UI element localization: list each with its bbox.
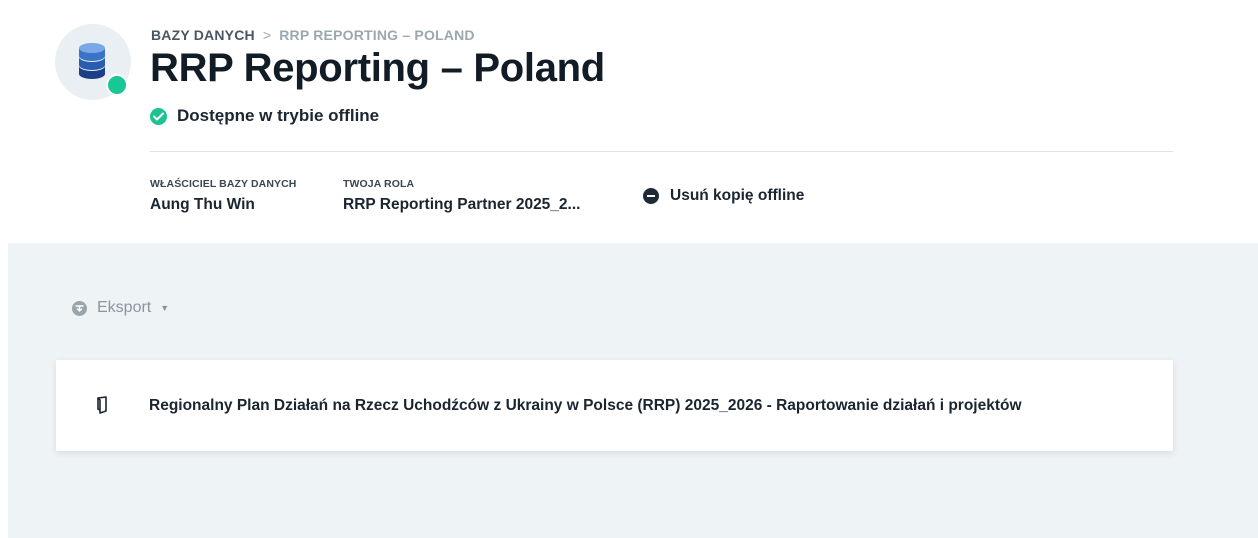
remove-offline-copy-button[interactable]: Usuń kopię offline (643, 187, 804, 205)
check-circle-icon (150, 107, 167, 125)
remove-offline-copy-label: Usuń kopię offline (670, 187, 805, 204)
offline-status: Dostępne w trybie offline (150, 106, 379, 126)
owner-label: WŁAŚCICIEL BAZY DANYCH (150, 178, 297, 190)
database-owner: WŁAŚCICIEL BAZY DANYCH Aung Thu Win (150, 178, 296, 214)
page-title: RRP Reporting – Poland (150, 46, 605, 90)
export-button[interactable]: Eksport ▼ (72, 299, 169, 317)
page: BAZY DANYCH > RRP REPORTING – POLAND RRP R… (0, 0, 1258, 538)
database-avatar (55, 24, 131, 100)
offline-available-dot (106, 74, 128, 96)
export-icon (72, 300, 87, 316)
role-label: TWOJA ROLA (343, 178, 415, 190)
breadcrumb-current: RRP REPORTING – POLAND (279, 27, 475, 43)
header-divider (150, 151, 1173, 152)
owner-value: Aung Thu Win (150, 196, 255, 213)
user-role: TWOJA ROLA RRP Reporting Partner 2025_2.… (343, 178, 580, 214)
caret-down-icon: ▼ (160, 303, 170, 313)
database-header: BAZY DANYCH > RRP REPORTING – POLAND RRP R… (0, 0, 1258, 243)
form-list-item[interactable]: Regionalny Plan Działań na Rzecz Uchodźc… (56, 360, 1173, 451)
breadcrumb: BAZY DANYCH > RRP REPORTING – POLAND (151, 27, 475, 43)
role-value: RRP Reporting Partner 2025_2... (343, 196, 581, 213)
form-icon (96, 396, 110, 419)
offline-status-text: Dostępne w trybie offline (177, 106, 380, 125)
breadcrumb-databases-link[interactable]: BAZY DANYCH (151, 27, 255, 43)
breadcrumb-separator: > (262, 27, 272, 43)
minus-circle-icon (643, 188, 659, 204)
form-title: Regionalny Plan Działań na Rzecz Uchodźc… (149, 397, 1022, 414)
export-label: Eksport (97, 299, 152, 316)
database-icon (79, 43, 105, 79)
